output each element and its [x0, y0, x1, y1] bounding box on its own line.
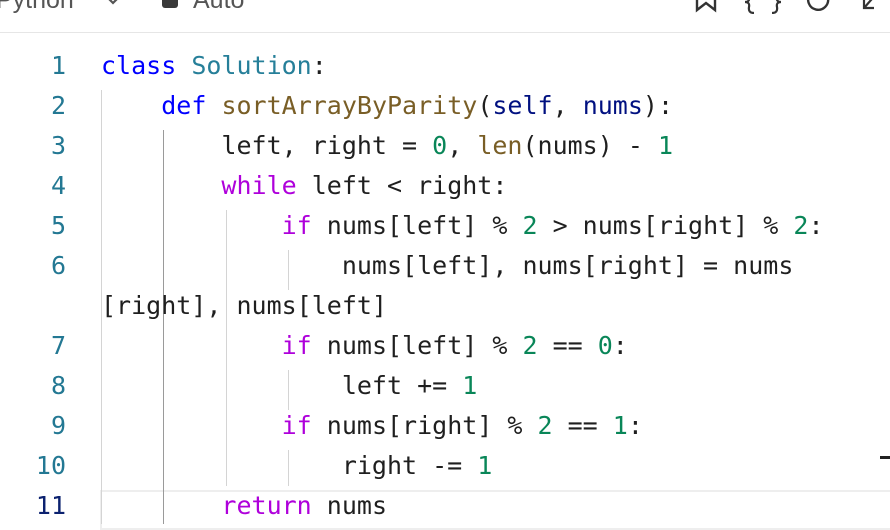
code-token: left, right = — [221, 131, 433, 160]
line-number: 5 — [50, 211, 66, 240]
code-token: nums[right] % — [311, 411, 538, 440]
code-token: if — [281, 411, 312, 440]
line-number: 11 — [35, 491, 66, 520]
code-token: class — [101, 51, 177, 80]
reset-icon[interactable] — [806, 0, 832, 14]
code-token: def — [161, 91, 207, 120]
code-line[interactable]: 3 left, right = 0, len(nums) - 1 — [0, 126, 890, 166]
code-token: ): — [642, 91, 674, 120]
code-token: nums — [582, 91, 643, 120]
code-token: while — [221, 171, 297, 200]
code-token: sortArrayByParity — [221, 91, 478, 120]
code-token: 1 — [477, 451, 493, 480]
chevron-down-icon[interactable] — [102, 0, 124, 10]
code-token: 2 — [522, 211, 538, 240]
code-text: if nums[left] % 2 == 0: — [101, 326, 628, 366]
code-token: 2 — [537, 411, 553, 440]
code-token: ( — [477, 91, 493, 120]
code-text: class Solution: — [101, 46, 327, 86]
code-line[interactable]: 9 if nums[right] % 2 == 1: — [0, 406, 890, 446]
code-token: , — [552, 91, 583, 120]
code-token: 0 — [432, 131, 448, 160]
editor-toolbar: Python Auto — [0, 0, 890, 33]
code-line[interactable]: 10 right -= 1 — [0, 446, 890, 486]
code-token: == — [537, 331, 598, 360]
line-number: 2 — [50, 91, 66, 120]
code-token: return — [221, 491, 312, 520]
code-token: nums — [311, 491, 387, 520]
code-text: left += 1 — [101, 366, 477, 406]
line-number: 4 — [50, 171, 66, 200]
code-text: right -= 1 — [101, 446, 493, 486]
code-token: left < right: — [296, 171, 508, 200]
line-number: 8 — [50, 371, 66, 400]
line-number: 6 — [50, 251, 66, 280]
code-token: if — [281, 211, 312, 240]
code-token: [right], nums[left] — [101, 291, 387, 320]
code-token: nums[left] % — [311, 331, 523, 360]
line-number: 7 — [50, 331, 66, 360]
code-token: 2 — [793, 211, 809, 240]
code-text: left, right = 0, len(nums) - 1 — [101, 126, 673, 166]
code-token: : — [612, 331, 628, 360]
code-text: return nums — [101, 486, 387, 526]
code-token: 2 — [522, 331, 538, 360]
code-token: left += — [341, 371, 463, 400]
code-line[interactable]: 2 def sortArrayByParity(self, nums): — [0, 86, 890, 126]
code-text: while left < right: — [101, 166, 507, 206]
code-token: == — [552, 411, 613, 440]
code-token: right -= — [341, 451, 478, 480]
code-line[interactable]: 5 if nums[left] % 2 > nums[right] % 2: — [0, 206, 890, 246]
code-text: if nums[left] % 2 > nums[right] % 2: — [101, 206, 824, 246]
code-line[interactable]: 11 return nums — [0, 486, 890, 526]
code-token: 1 — [612, 411, 628, 440]
code-token: nums[left], nums[right] = nums — [341, 251, 794, 280]
code-text: nums[left], nums[right] = nums — [101, 246, 794, 286]
code-editor[interactable]: 1 class Solution: 2 def sortArrayByParity(… — [0, 46, 890, 530]
code-line[interactable]: 8 left += 1 — [0, 366, 890, 406]
line-number: 3 — [50, 131, 66, 160]
line-number: 1 — [50, 51, 66, 80]
code-text: if nums[right] % 2 == 1: — [101, 406, 643, 446]
code-token: : — [627, 411, 643, 440]
code-token: nums[left] % — [311, 211, 523, 240]
code-token: if — [281, 331, 312, 360]
language-selector[interactable]: Python — [0, 0, 74, 15]
code-text: [right], nums[left] — [101, 286, 387, 326]
code-line[interactable]: 7 if nums[left] % 2 == 0: — [0, 326, 890, 366]
code-token: : — [311, 51, 327, 80]
code-line[interactable]: [right], nums[left] — [0, 286, 890, 326]
line-number: 9 — [50, 411, 66, 440]
code-line[interactable]: 6 nums[left], nums[right] = nums — [0, 246, 890, 286]
code-text: def sortArrayByParity(self, nums): — [101, 86, 673, 126]
code-token: : — [808, 211, 824, 240]
line-number: 10 — [35, 451, 66, 480]
code-token: len — [477, 131, 523, 160]
code-token: , — [447, 131, 478, 160]
code-token: Solution — [191, 51, 312, 80]
code-token: > nums[right] % — [537, 211, 794, 240]
square-icon — [162, 0, 178, 8]
collapse-icon[interactable] — [860, 0, 882, 14]
code-token: (nums) - — [522, 131, 658, 160]
code-token: 0 — [597, 331, 613, 360]
braces-icon[interactable] — [744, 0, 782, 14]
mode-selector[interactable]: Auto — [193, 0, 244, 15]
code-line[interactable]: 1 class Solution: — [0, 46, 890, 86]
code-token: self — [492, 91, 553, 120]
code-line[interactable]: 4 while left < right: — [0, 166, 890, 206]
code-token: 1 — [657, 131, 673, 160]
code-token: 1 — [462, 371, 478, 400]
bookmark-icon[interactable] — [694, 0, 718, 14]
